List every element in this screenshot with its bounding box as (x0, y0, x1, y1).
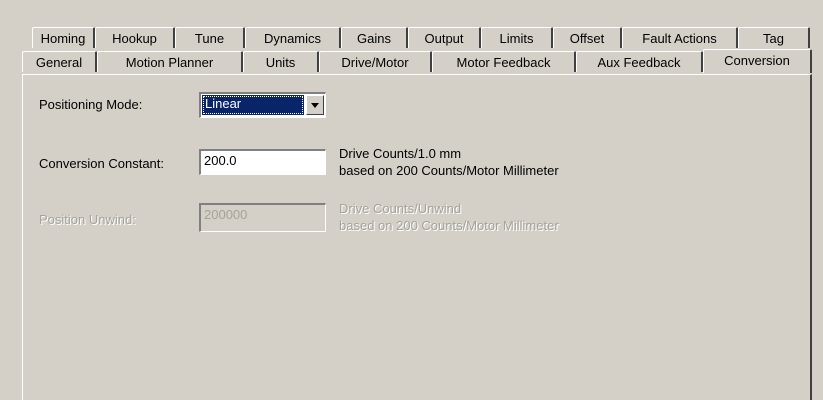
tab-tune[interactable]: Tune (175, 27, 245, 48)
tab-limits[interactable]: Limits (481, 27, 553, 48)
chevron-down-icon (311, 103, 319, 108)
tab-tag-label: Tag (763, 31, 784, 46)
tab-drive-motor[interactable]: Drive/Motor (319, 51, 432, 72)
conversion-constant-note: based on 200 Counts/Motor Millimeter (339, 163, 559, 178)
tab-aux-feedback-label: Aux Feedback (597, 55, 681, 70)
tab-gains-label: Gains (357, 31, 391, 46)
tab-motion-planner[interactable]: Motion Planner (97, 51, 243, 72)
axis-properties-dialog: Homing Hookup Tune Dynamics Gains Output… (0, 0, 823, 400)
conversion-constant-input[interactable]: 200.0 (199, 149, 326, 175)
tab-units-label: Units (265, 55, 296, 70)
position-unwind-input: 200000 (199, 203, 326, 232)
positioning-mode-label: Positioning Mode: (39, 97, 143, 112)
position-unwind-label: Position Unwind: (39, 212, 136, 227)
tab-conversion-label: Conversion (724, 53, 790, 68)
conversion-panel: Positioning Mode: Linear Conversion Cons… (22, 74, 812, 400)
tab-motor-feedback[interactable]: Motor Feedback (432, 51, 576, 72)
tab-row-back: Homing Hookup Tune Dynamics Gains Output… (32, 27, 812, 50)
tab-offset[interactable]: Offset (553, 27, 622, 48)
conversion-constant-label: Conversion Constant: (39, 156, 165, 171)
tab-fault-actions[interactable]: Fault Actions (622, 27, 738, 48)
tab-homing-label: Homing (40, 31, 86, 46)
tab-dynamics[interactable]: Dynamics (245, 27, 341, 48)
dropdown-button[interactable] (306, 95, 324, 115)
tab-fault-actions-label: Fault Actions (642, 31, 717, 46)
tab-conversion[interactable]: Conversion (703, 49, 812, 73)
tab-tune-label: Tune (194, 31, 225, 46)
tab-tag[interactable]: Tag (738, 27, 810, 48)
tab-hookup[interactable]: Hookup (95, 27, 175, 48)
position-unwind-units: Drive Counts/Unwind (339, 201, 462, 216)
tab-row-front: General Motion Planner Units Drive/Motor… (22, 49, 812, 75)
tab-limits-label: Limits (499, 31, 534, 46)
positioning-mode-select[interactable]: Linear (199, 92, 326, 118)
conversion-constant-units: Drive Counts/1.0 mm (339, 146, 462, 161)
tab-aux-feedback[interactable]: Aux Feedback (576, 51, 703, 72)
tab-general-label: General (35, 55, 83, 70)
tab-output-label: Output (424, 31, 464, 46)
tab-drive-motor-label: Drive/Motor (341, 55, 409, 70)
tab-general[interactable]: General (22, 51, 97, 72)
tab-homing[interactable]: Homing (32, 27, 95, 48)
tab-motion-planner-label: Motion Planner (125, 55, 214, 70)
tab-gains[interactable]: Gains (341, 27, 408, 48)
tab-units[interactable]: Units (243, 51, 319, 72)
tab-hookup-label: Hookup (112, 31, 157, 46)
tab-dynamics-label: Dynamics (263, 31, 322, 46)
positioning-mode-value: Linear (202, 95, 304, 115)
tab-offset-label: Offset (569, 31, 605, 46)
position-unwind-note: based on 200 Counts/Motor Millimeter (339, 218, 559, 233)
tab-motor-feedback-label: Motor Feedback (456, 55, 551, 70)
tab-output[interactable]: Output (408, 27, 481, 48)
